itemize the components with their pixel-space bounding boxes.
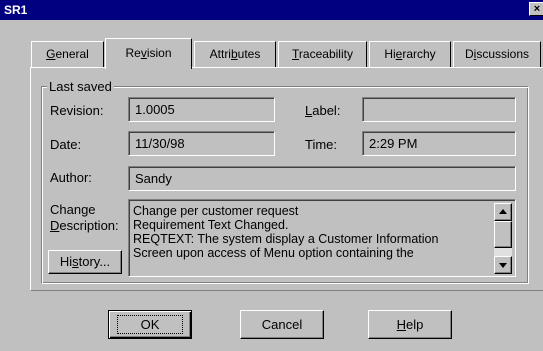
change-description-textarea[interactable]: Change per customer request Requirement … (128, 199, 516, 277)
description-line: Change per customer request (133, 204, 299, 218)
scroll-down-button[interactable] (494, 256, 512, 274)
description-line: Requirement Text Changed. (133, 218, 289, 232)
tab-revision[interactable]: Revision (105, 38, 192, 69)
tab-traceability[interactable]: Traceability (278, 41, 367, 67)
tab-general[interactable]: General (31, 41, 104, 67)
close-icon[interactable]: × (529, 2, 543, 16)
tab-label-pre: Re (125, 46, 141, 60)
change-label-line1: Change (50, 202, 96, 217)
help-button[interactable]: Help (368, 310, 452, 339)
label-label: Label: (305, 103, 340, 118)
sr1-dialog: SR1 × General Revision Attributes Tracea… (0, 0, 543, 351)
tab-label-key: T (292, 47, 299, 61)
tab-label-post: raceability (298, 47, 353, 61)
tab-label-pre: Attri (209, 47, 231, 61)
tab-label-key: b (230, 47, 238, 61)
time-label: Time: (305, 137, 338, 152)
cancel-button[interactable]: Cancel (240, 310, 324, 339)
help-label-post: elp (406, 317, 424, 332)
tab-label-post: utes (237, 47, 261, 61)
revision-field[interactable]: 1.0005 (128, 97, 275, 122)
help-label-key: H (396, 317, 407, 332)
tab-discussions[interactable]: Discussions (453, 41, 541, 67)
scroll-thumb[interactable] (494, 221, 512, 248)
description-line: Screen upon access of Menu option contai… (133, 246, 414, 260)
history-label-pre: Hi (59, 254, 73, 269)
author-label: Author: (50, 170, 92, 185)
last-saved-group-title: Last saved (47, 79, 114, 94)
focus-rect (117, 315, 183, 334)
tab-label-post: ision (146, 46, 172, 60)
tab-label-post: eneral (55, 47, 89, 61)
window-title: SR1 (4, 3, 28, 17)
revision-label: Revision: (50, 103, 104, 118)
tab-label-post: scussions (476, 47, 530, 61)
change-label-post: escription: (59, 218, 119, 233)
history-button[interactable]: History... (48, 250, 122, 274)
ok-button[interactable]: OK (108, 310, 192, 339)
tab-label-post: rarchy (402, 47, 436, 61)
author-field[interactable]: Sandy (128, 166, 516, 191)
tab-hierarchy[interactable]: Hierarchy (369, 41, 451, 67)
date-label: Date: (50, 137, 82, 152)
arrow-down-icon (499, 263, 507, 268)
date-field[interactable]: 11/30/98 (128, 131, 275, 156)
change-label-key: D (50, 218, 60, 233)
label-label-post: abel: (312, 103, 341, 118)
time-field[interactable]: 2:29 PM (362, 131, 516, 156)
arrow-up-icon (499, 209, 507, 214)
title-bar[interactable]: SR1 × (0, 0, 543, 20)
description-scrollbar[interactable] (494, 203, 512, 274)
scroll-up-button[interactable] (494, 203, 512, 221)
change-label-line2: Description: (50, 218, 119, 233)
history-label-post: tory... (78, 254, 111, 269)
tab-label-pre: D (464, 47, 474, 61)
tab-attributes[interactable]: Attributes (194, 41, 276, 67)
description-text: Change per customer request Requirement … (133, 204, 491, 260)
tab-label-pre: Hi (384, 47, 396, 61)
label-field[interactable] (362, 97, 516, 122)
description-line: REQTEXT: The system display a Customer I… (133, 232, 439, 246)
